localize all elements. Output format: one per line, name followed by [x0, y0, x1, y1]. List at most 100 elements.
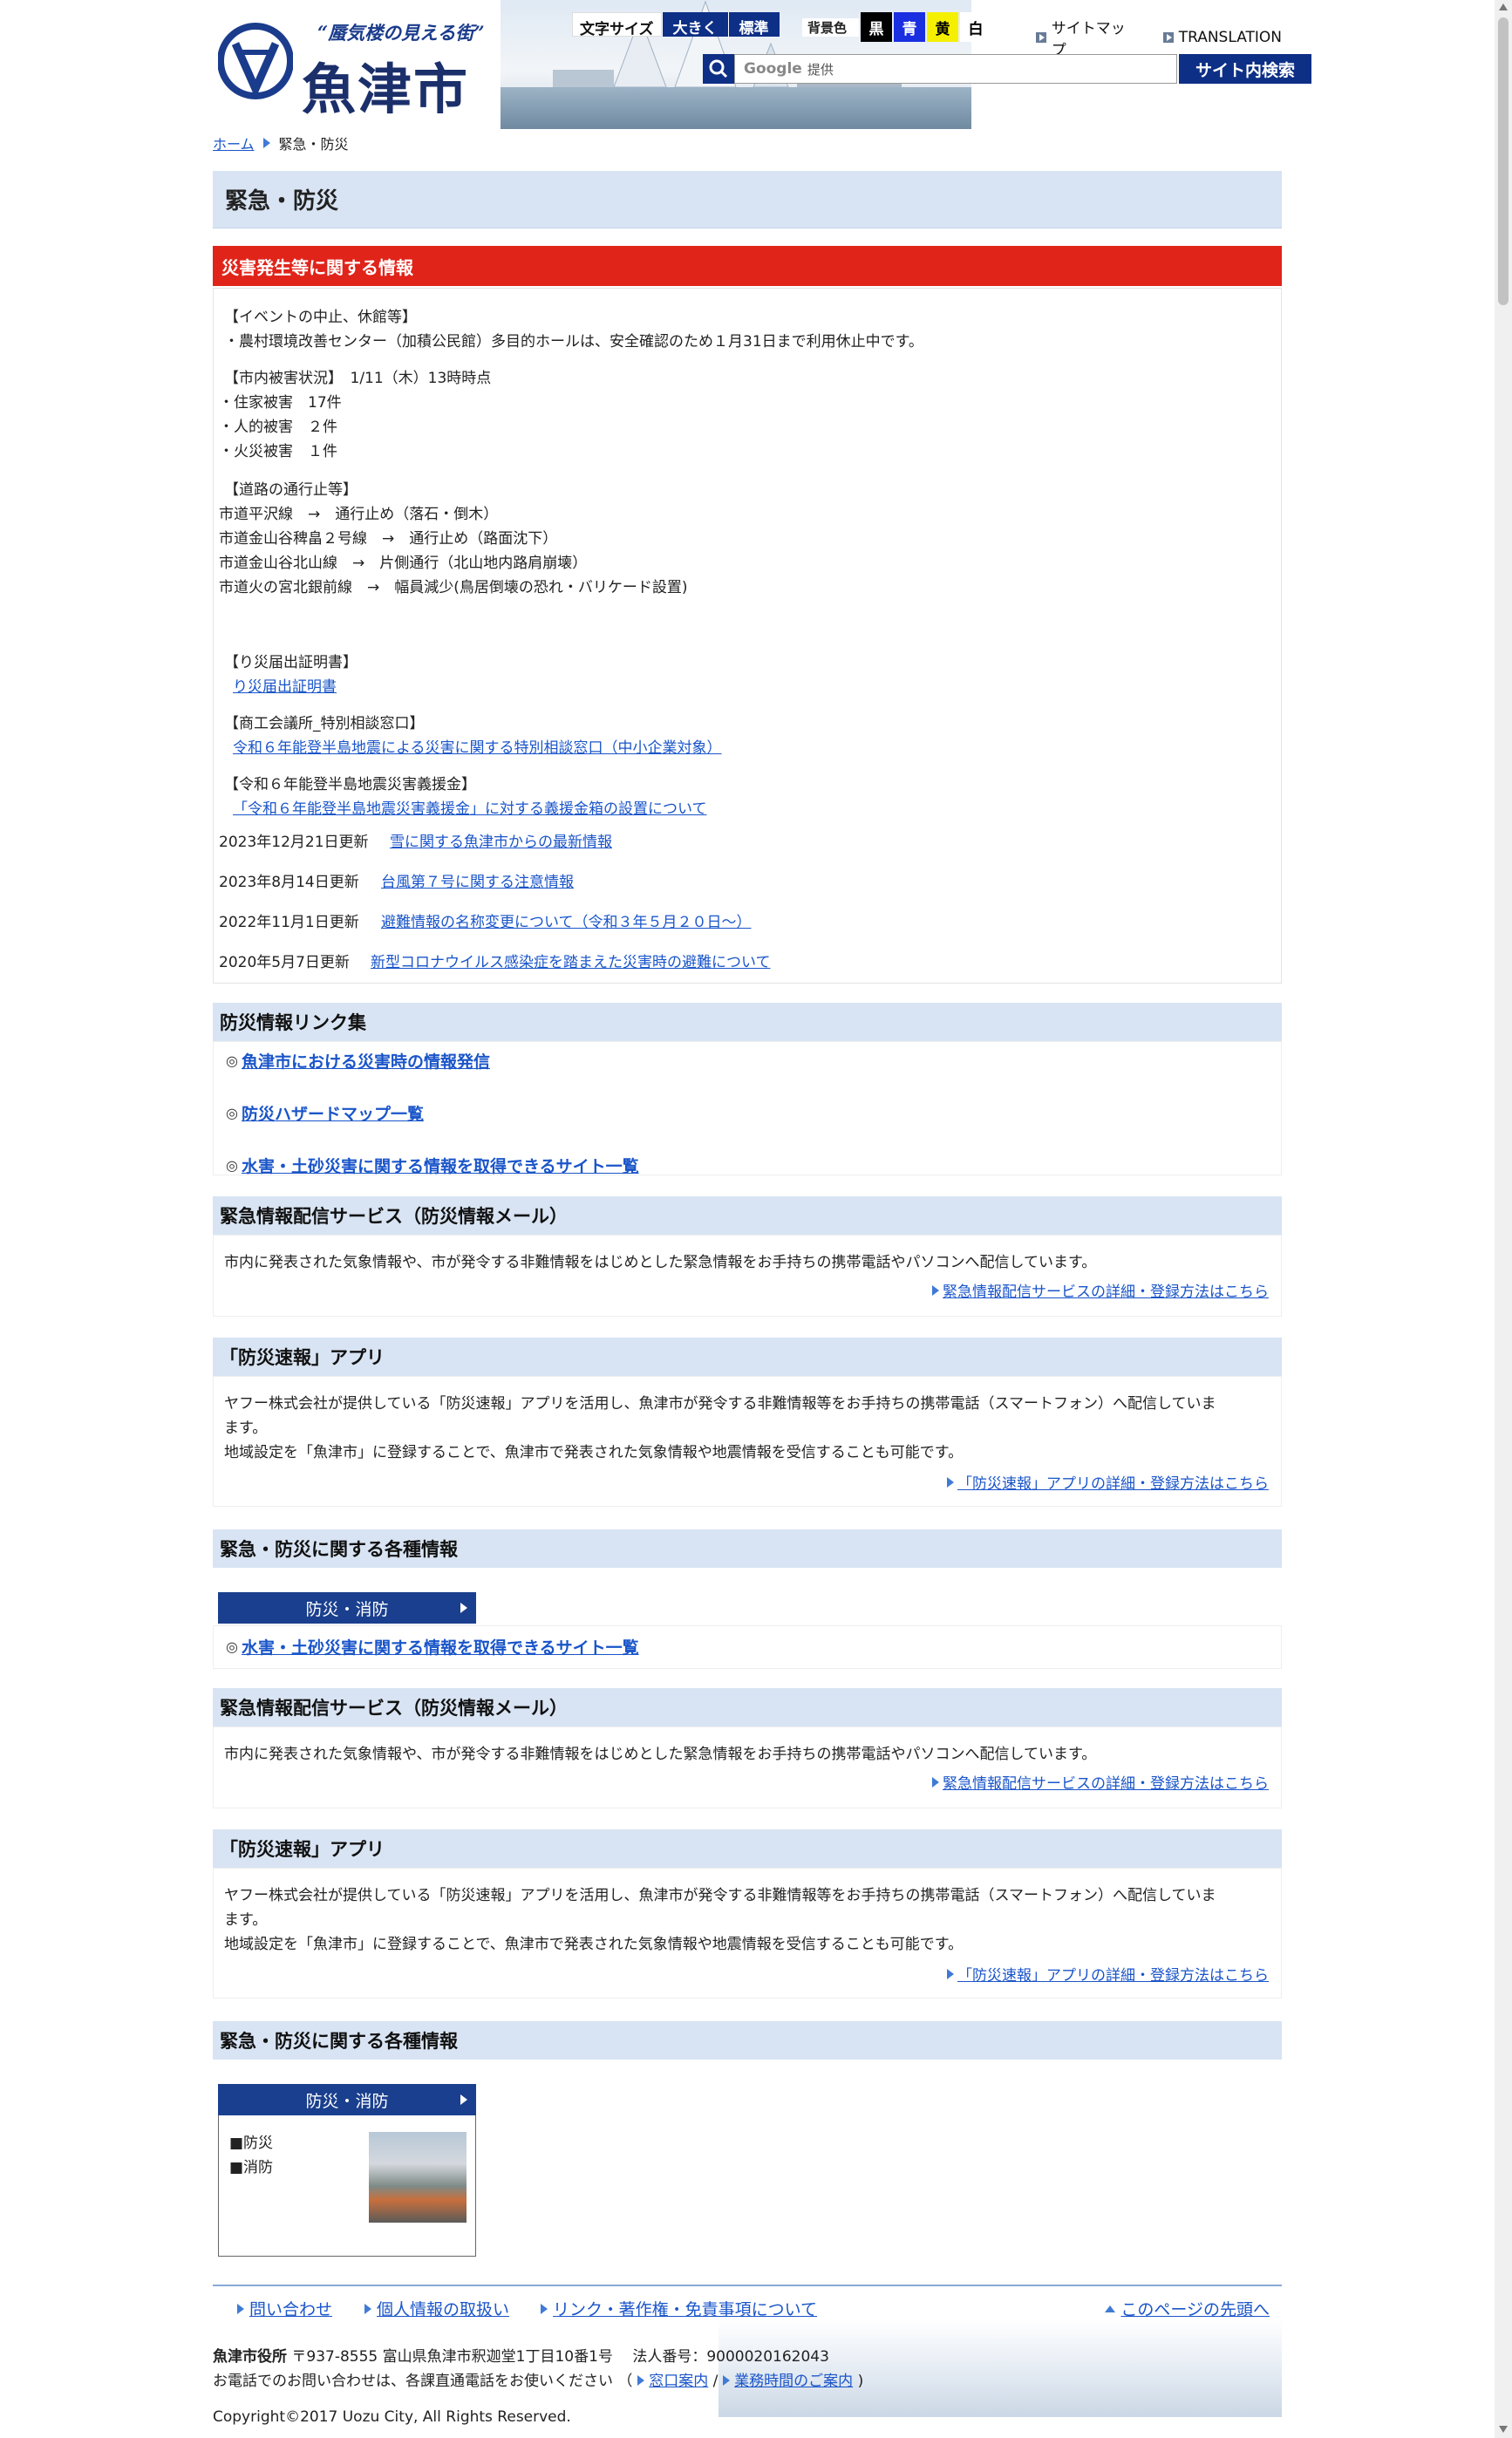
update-link[interactable]: 避難情報の名称変更について（令和３年５月２０日～） — [381, 909, 752, 931]
breadcrumb-arrow-icon — [262, 138, 270, 148]
scroll-thumb[interactable] — [1498, 17, 1509, 305]
road-item: 市道平沢線 → 通行止め（落石・倒木） — [219, 506, 499, 523]
donation-link[interactable]: 「令和６年能登半島地震災害義援金」に対する義援金箱の設置について — [233, 796, 707, 818]
footer-terms-link[interactable]: リンク・著作権・免責事項について — [541, 2297, 817, 2320]
phone-note-text: お電話でのお問い合わせは、各課直通電話をお使いください （ — [213, 2373, 633, 2390]
chamber-link[interactable]: 令和６年能登半島地震による災害に関する特別相談窓口（中小企業対象） — [233, 735, 722, 757]
breadcrumb-home-link[interactable]: ホーム — [213, 133, 255, 153]
bg-blue-button[interactable]: 青 — [894, 12, 926, 42]
damage-item: ・住家被害 17件 — [219, 394, 342, 412]
arrow-icon — [932, 1284, 939, 1296]
app-link[interactable]: 「防災速報」アプリの詳細・登録方法はこちら — [947, 1471, 1269, 1493]
arrow-icon — [932, 1776, 939, 1788]
business-hours-link[interactable]: 業務時間のご案内 — [734, 2373, 853, 2390]
font-size-control: 文字サイズ 大きく 標準 — [572, 12, 780, 38]
mail-service-body: 市内に発表された気象情報や、市が発令する非難情報をはじめとした緊急情報をお手持ち… — [213, 1726, 1282, 1808]
update-date: 2020年5月7日更新 — [219, 954, 350, 971]
footer-privacy-link[interactable]: 個人情報の取扱い — [364, 2297, 509, 2320]
city-emblem-icon[interactable] — [218, 21, 293, 101]
app-text: ヤフー株式会社が提供している「防災速報」アプリを活用し、魚津市が発令する非難情報… — [224, 1395, 1216, 1413]
update-date: 2022年11月1日更新 — [219, 914, 359, 931]
arrow-icon — [541, 2303, 548, 2314]
road-item: 市道火の宮北銀前線 → 幅員減少(鳥居倒壊の恐れ・バリケード設置) — [219, 579, 688, 596]
sitemap-link[interactable]: サイトマップ — [1036, 16, 1139, 59]
separator: / — [712, 2373, 719, 2390]
circle-marker-icon: ◎ — [226, 1105, 238, 1121]
category-shobo-link[interactable]: ■消防 — [229, 2155, 273, 2176]
vertical-scrollbar[interactable] — [1495, 0, 1512, 2438]
bousai-link-item[interactable]: ◎ 魚津市における災害時の情報発信 — [226, 1049, 490, 1073]
damage-item: ・火災被害 １件 — [219, 443, 337, 460]
font-size-standard-button[interactable]: 標準 — [727, 12, 780, 37]
app-link-label[interactable]: 「防災速報」アプリの詳細・登録方法はこちら — [957, 1963, 1269, 1985]
mail-service-link[interactable]: 緊急情報配信サービスの詳細・登録方法はこちら — [932, 1771, 1269, 1793]
circle-marker-icon: ◎ — [226, 1638, 238, 1655]
office-name: 魚津市役所 — [213, 2348, 287, 2366]
scroll-up-icon[interactable] — [1499, 3, 1508, 10]
bousai-shobo-category-box: 防災・消防 ■防災 ■消防 — [218, 2084, 476, 2257]
damage-item: ・人的被害 ２件 — [219, 419, 337, 436]
scroll-down-icon[interactable] — [1499, 2426, 1508, 2433]
bg-yellow-button[interactable]: 黄 — [927, 12, 959, 42]
footer-address: 魚津市役所 〒937-8555 富山県魚津市釈迦堂1丁目10番1号 法人番号：9… — [213, 2344, 829, 2366]
various-link-label[interactable]: 水害・土砂災害に関する情報を取得できるサイト一覧 — [242, 1635, 639, 1658]
translation-label: TRANSLATION — [1178, 29, 1282, 46]
footer-inquiry-label[interactable]: 問い合わせ — [249, 2297, 332, 2320]
app-text: 地域設定を「魚津市」に登録することで、魚津市で発表された気象情報や地震情報を受信… — [224, 1444, 964, 1461]
bousai-link-item[interactable]: ◎ 防災ハザードマップ一覧 — [226, 1101, 424, 1125]
mail-service-body: 市内に発表された気象情報や、市が発令する非難情報をはじめとした緊急情報をお手持ち… — [213, 1235, 1282, 1317]
bg-color-label: 背景色 — [802, 17, 860, 37]
font-size-label: 文字サイズ — [572, 12, 662, 38]
category-bousai-link[interactable]: ■防災 — [229, 2130, 273, 2152]
bousai-shobo-label: 防災・消防 — [305, 2091, 389, 2111]
update-link[interactable]: 雪に関する魚津市からの最新情報 — [390, 829, 612, 851]
city-slogan: “蜃気楼の見える街” — [317, 22, 485, 44]
bg-black-button[interactable]: 黒 — [861, 12, 893, 42]
bousai-link-item[interactable]: ◎ 水害・土砂災害に関する情報を取得できるサイト一覧 — [226, 1154, 639, 1177]
search-input[interactable]: Google 提供 — [734, 54, 1177, 84]
page-top-label[interactable]: このページの先頭へ — [1120, 2297, 1270, 2320]
damage-heading: 【市内被害状況】 1/11（木）13時時点 — [224, 370, 492, 387]
update-link[interactable]: 新型コロナウイルス感染症を踏まえた災害時の避難について — [371, 950, 771, 971]
disaster-info-body: 【イベントの中止、休館等】 ・農村環境改善センター（加積公民館）多目的ホールは、… — [213, 288, 1282, 984]
bousai-link-label[interactable]: 防災ハザードマップ一覧 — [242, 1101, 424, 1125]
copyright: Copyright©2017 Uozu City, All Rights Res… — [213, 2408, 571, 2426]
update-date: 2023年12月21日更新 — [219, 834, 369, 851]
app-link[interactable]: 「防災速報」アプリの詳細・登録方法はこちら — [947, 1963, 1269, 1985]
counter-guide-link[interactable]: 窓口案内 — [649, 2373, 708, 2390]
bousai-shobo-nav[interactable]: 防災・消防 — [218, 2084, 476, 2115]
mail-service-link[interactable]: 緊急情報配信サービスの詳細・登録方法はこちら — [932, 1279, 1269, 1301]
bousai-links-heading: 防災情報リンク集 — [213, 1003, 1282, 1041]
arrow-icon — [460, 2094, 467, 2105]
bousai-shobo-nav[interactable]: 防災・消防 — [218, 1592, 476, 1624]
mail-service-link-label[interactable]: 緊急情報配信サービスの詳細・登録方法はこちら — [943, 1771, 1269, 1793]
disaster-info-heading: 災害発生等に関する情報 — [213, 246, 1282, 286]
google-label: Google — [744, 60, 802, 78]
bg-white-button[interactable]: 白 — [960, 12, 992, 42]
mail-service-link-label[interactable]: 緊急情報配信サービスの詳細・登録方法はこちら — [943, 1279, 1269, 1301]
search-icon[interactable] — [703, 54, 734, 84]
various-link-item[interactable]: ◎ 水害・土砂災害に関する情報を取得できるサイト一覧 — [226, 1635, 639, 1658]
sitemap-label: サイトマップ — [1051, 20, 1126, 59]
footer-privacy-label[interactable]: 個人情報の取扱い — [377, 2297, 509, 2320]
app-body: ヤフー株式会社が提供している「防災速報」アプリを活用し、魚津市が発令する非難情報… — [213, 1868, 1282, 1999]
font-size-large-button[interactable]: 大きく — [661, 12, 728, 37]
donation-heading: 【令和６年能登半島地震災害義援金】 — [224, 776, 476, 793]
bousai-link-label[interactable]: 魚津市における災害時の情報発信 — [242, 1049, 490, 1073]
page-top-link[interactable]: このページの先頭へ — [1105, 2297, 1270, 2320]
app-text: ます。 — [224, 1911, 268, 1929]
translation-link[interactable]: TRANSLATION — [1162, 16, 1282, 59]
mail-service-heading: 緊急情報配信サービス（防災情報メール） — [213, 1196, 1282, 1235]
arrow-icon — [947, 1968, 954, 1979]
arrow-icon — [237, 2303, 244, 2314]
footer-terms-label[interactable]: リンク・著作権・免責事項について — [553, 2297, 817, 2320]
city-name-logo[interactable]: 魚津市 — [302, 45, 469, 124]
site-search-button[interactable]: サイト内検索 — [1179, 54, 1311, 84]
circle-marker-icon: ◎ — [226, 1052, 238, 1069]
certificate-link[interactable]: り災届出証明書 — [233, 674, 337, 696]
footer-inquiry-link[interactable]: 問い合わせ — [237, 2297, 332, 2320]
update-link[interactable]: 台風第７号に関する注意情報 — [381, 869, 574, 891]
site-header: “蜃気楼の見える街” 魚津市 文字サイズ 大きく 標準 背景色 黒 青 黄 白 — [213, 0, 1311, 129]
bousai-link-label[interactable]: 水害・土砂災害に関する情報を取得できるサイト一覧 — [242, 1154, 639, 1177]
app-link-label[interactable]: 「防災速報」アプリの詳細・登録方法はこちら — [957, 1471, 1269, 1493]
